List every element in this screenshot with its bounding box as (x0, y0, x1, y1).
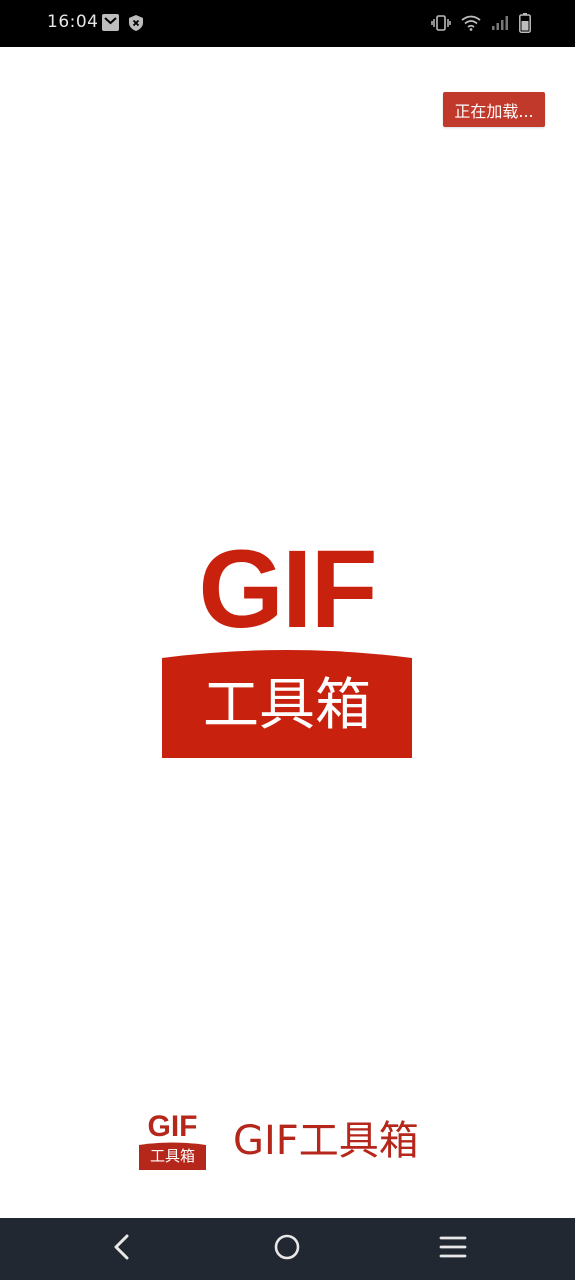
signal-icon (491, 15, 509, 31)
back-icon (112, 1234, 132, 1264)
splash-logo-box: 工具箱 (162, 650, 412, 758)
navigation-bar (0, 1218, 575, 1280)
footer-logo-gif-text: GIF (147, 1110, 198, 1143)
loading-badge: 正在加载... (443, 92, 545, 127)
splash-screen: 16:04 正在加载... GIF 工具箱 GIF 工具箱 GIF工具箱 (0, 0, 575, 1280)
vibrate-icon (431, 15, 451, 31)
menu-icon (439, 1235, 467, 1263)
splash-logo-box-text: 工具箱 (203, 673, 371, 738)
footer-title: GIF工具箱 (233, 1118, 419, 1164)
footer-brand: GIF 工具箱 GIF工具箱 (139, 1112, 439, 1174)
nav-menu-button[interactable] (433, 1231, 473, 1267)
footer-logo-box-text: 工具箱 (149, 1147, 195, 1165)
home-icon (273, 1233, 301, 1265)
footer-logo: GIF 工具箱 (139, 1112, 206, 1172)
shield-icon (129, 14, 143, 31)
nav-back-button[interactable] (102, 1231, 142, 1267)
status-right-icons (431, 13, 531, 33)
splash-logo: GIF 工具箱 (162, 528, 412, 758)
gmail-icon (102, 14, 119, 31)
footer-logo-box: 工具箱 (139, 1142, 206, 1170)
wifi-icon (461, 15, 481, 31)
splash-logo-gif-text: GIF (198, 528, 377, 651)
battery-icon (519, 13, 531, 33)
status-time: 16:04 (47, 12, 99, 32)
nav-home-button[interactable] (267, 1231, 307, 1267)
status-left-icons (102, 14, 143, 31)
status-bar: 16:04 (0, 0, 575, 47)
